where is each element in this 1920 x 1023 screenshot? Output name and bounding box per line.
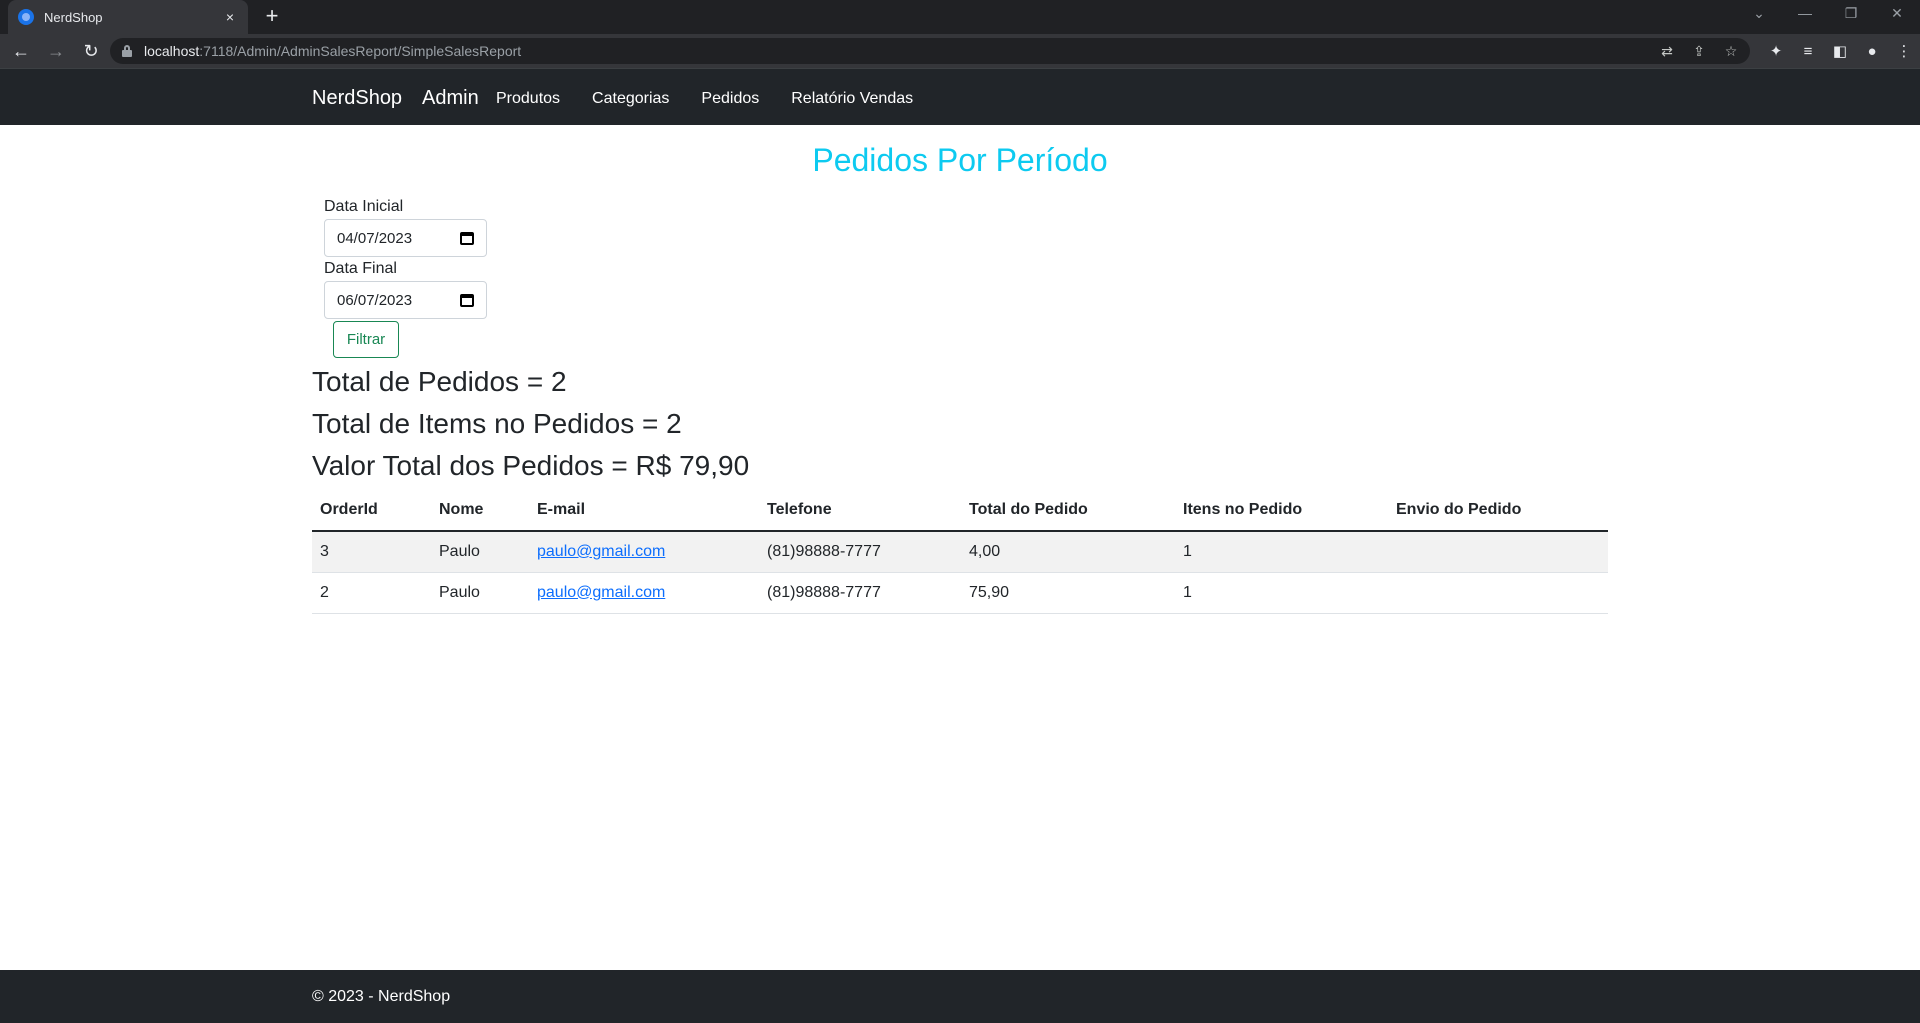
browser-tab-bar: NerdShop × + ⌄ — ❐ ✕ <box>0 0 1920 34</box>
nav-link-categorias[interactable]: Categorias <box>592 90 669 108</box>
start-date-value: 04/07/2023 <box>337 229 413 247</box>
bookmark-star-icon[interactable]: ☆ <box>1722 41 1740 61</box>
order-id-cell: 3 <box>312 531 431 573</box>
profile-icon[interactable]: ● <box>1856 43 1888 60</box>
phone-cell: (81)98888-7777 <box>759 572 961 614</box>
admin-link[interactable]: Admin <box>422 87 479 110</box>
email-cell: paulo@gmail.com <box>529 531 759 573</box>
translate-icon[interactable]: ⇄ <box>1658 41 1676 61</box>
close-window-icon[interactable]: ✕ <box>1874 0 1920 30</box>
globe-icon <box>18 9 34 25</box>
end-date-value: 06/07/2023 <box>337 291 413 309</box>
name-cell: Paulo <box>431 531 529 573</box>
table-row: 3 Paulo paulo@gmail.com (81)98888-7777 4… <box>312 531 1608 573</box>
orders-table: OrderId Nome E-mail Telefone Total do Pe… <box>312 490 1608 614</box>
footer-copyright: © 2023 - NerdShop <box>312 988 451 1005</box>
site-footer: © 2023 - NerdShop <box>0 970 1920 1023</box>
column-header: OrderId <box>312 490 431 532</box>
end-date-input[interactable]: 06/07/2023 <box>324 281 487 319</box>
url-host: localhost <box>144 43 200 59</box>
email-cell: paulo@gmail.com <box>529 572 759 614</box>
lock-icon[interactable] <box>122 45 132 57</box>
tab-search-icon[interactable]: ⌄ <box>1736 0 1782 30</box>
site-navbar: NerdShop Admin Produtos Categorias Pedid… <box>0 68 1920 125</box>
address-bar-actions: ⇄ ⇪ ☆ <box>1658 41 1740 61</box>
order-items-cell: 1 <box>1175 531 1388 573</box>
filter-button[interactable]: Filtrar <box>333 321 399 358</box>
menu-kebab-icon[interactable]: ⋮ <box>1888 42 1920 60</box>
browser-tab[interactable]: NerdShop × <box>8 0 248 34</box>
page-title: Pedidos Por Período <box>812 142 1108 178</box>
minimize-icon[interactable]: — <box>1782 0 1828 30</box>
column-header: Envio do Pedido <box>1388 490 1608 532</box>
shipping-cell <box>1388 572 1608 614</box>
reading-list-icon[interactable]: ≡ <box>1792 43 1824 60</box>
side-panel-icon[interactable]: ◧ <box>1824 42 1856 60</box>
start-date-label: Data Inicial <box>324 198 404 215</box>
column-header: Itens no Pedido <box>1175 490 1388 532</box>
shipping-cell <box>1388 531 1608 573</box>
total-value-summary: Valor Total dos Pedidos = R$ 79,90 <box>312 450 750 481</box>
column-header: E-mail <box>529 490 759 532</box>
name-cell: Paulo <box>431 572 529 614</box>
tab-close-icon[interactable]: × <box>222 9 238 25</box>
column-header: Nome <box>431 490 529 532</box>
order-id-cell: 2 <box>312 572 431 614</box>
extension-icons: ✦ ≡ ◧ ● ⋮ <box>1760 34 1920 68</box>
table-header-row: OrderId Nome E-mail Telefone Total do Pe… <box>312 490 1608 532</box>
url-path: :7118/Admin/AdminSalesReport/SimpleSales… <box>199 43 522 59</box>
column-header: Telefone <box>759 490 961 532</box>
total-orders-summary: Total de Pedidos = 2 <box>312 366 567 397</box>
order-total-cell: 75,90 <box>961 572 1175 614</box>
new-tab-button[interactable]: + <box>258 2 286 30</box>
tab-title: NerdShop <box>44 9 103 25</box>
nav-links: Produtos Categorias Pedidos Relatório Ve… <box>496 90 945 108</box>
order-items-cell: 1 <box>1175 572 1388 614</box>
table-row: 2 Paulo paulo@gmail.com (81)98888-7777 7… <box>312 572 1608 614</box>
email-link[interactable]: paulo@gmail.com <box>537 543 665 560</box>
forward-icon[interactable]: → <box>42 37 70 65</box>
phone-cell: (81)98888-7777 <box>759 531 961 573</box>
reload-icon[interactable]: ↻ <box>77 37 105 65</box>
total-items-summary: Total de Items no Pedidos = 2 <box>312 408 682 439</box>
calendar-icon[interactable] <box>460 232 474 245</box>
brand-link[interactable]: NerdShop <box>312 87 402 110</box>
calendar-icon[interactable] <box>460 294 474 307</box>
nav-link-produtos[interactable]: Produtos <box>496 90 560 108</box>
browser-toolbar: ← → ↻ localhost:7118/Admin/AdminSalesRep… <box>0 34 1920 68</box>
window-controls: ⌄ — ❐ ✕ <box>1736 0 1920 30</box>
nav-link-pedidos[interactable]: Pedidos <box>701 90 759 108</box>
nav-link-relatorio-vendas[interactable]: Relatório Vendas <box>791 90 913 108</box>
column-header: Total do Pedido <box>961 490 1175 532</box>
restore-icon[interactable]: ❐ <box>1828 0 1874 30</box>
share-icon[interactable]: ⇪ <box>1690 41 1708 61</box>
email-link[interactable]: paulo@gmail.com <box>537 584 665 601</box>
back-icon[interactable]: ← <box>7 37 35 65</box>
extensions-puzzle-icon[interactable]: ✦ <box>1760 42 1792 60</box>
end-date-label: Data Final <box>324 260 397 277</box>
start-date-input[interactable]: 04/07/2023 <box>324 219 487 257</box>
address-bar[interactable]: localhost:7118/Admin/AdminSalesReport/Si… <box>110 38 1750 64</box>
order-total-cell: 4,00 <box>961 531 1175 573</box>
